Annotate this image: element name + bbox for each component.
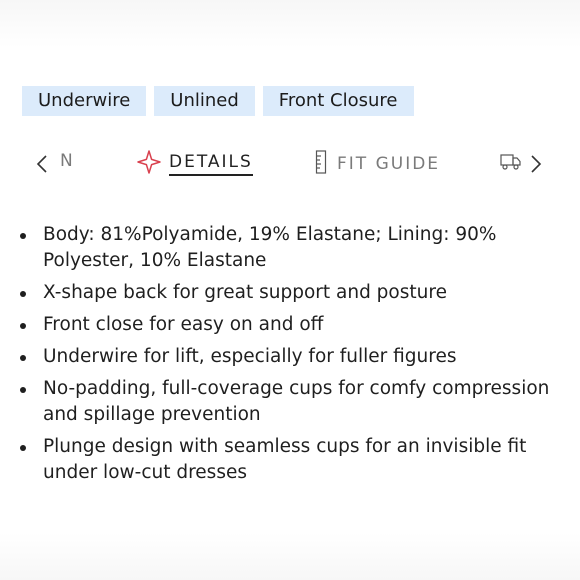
top-fade [0, 0, 580, 48]
tab-previous-label: N [60, 151, 75, 171]
tab-fit-guide[interactable]: FIT GUIDE [315, 146, 440, 182]
chevron-right-icon[interactable] [530, 154, 542, 174]
detail-item: X-shape back for great support and postu… [20, 280, 560, 306]
truck-icon [500, 153, 522, 176]
product-info-tabs: N DETAILS FIT GUIDE [0, 146, 580, 186]
tab-previous-partial[interactable]: N [60, 143, 75, 179]
tag-underwire[interactable]: Underwire [22, 86, 147, 116]
bullet-dot [20, 387, 26, 393]
tab-shipping-partial[interactable] [500, 146, 522, 182]
detail-item: Body: 81%Polyamide, 19% Elastane; Lining… [20, 222, 560, 274]
feature-tags: Underwire Unlined Front Closure [22, 86, 414, 116]
bottom-fade [0, 532, 580, 580]
detail-text: Plunge design with seamless cups for an … [43, 436, 527, 483]
detail-text: X-shape back for great support and postu… [43, 282, 447, 303]
detail-text: Body: 81%Polyamide, 19% Elastane; Lining… [43, 224, 497, 271]
bullet-dot [20, 323, 26, 329]
bullet-dot [20, 445, 26, 451]
tab-details-label: DETAILS [169, 152, 253, 176]
bullet-dot [20, 355, 26, 361]
tab-details[interactable]: DETAILS [137, 146, 253, 182]
tag-front-closure[interactable]: Front Closure [262, 86, 414, 116]
tag-unlined[interactable]: Unlined [154, 86, 255, 116]
bullet-dot [20, 291, 26, 297]
details-list: Body: 81%Polyamide, 19% Elastane; Lining… [20, 222, 560, 492]
detail-item: No-padding, full-coverage cups for comfy… [20, 376, 560, 428]
sparkle-star-icon [137, 149, 161, 179]
detail-text: No-padding, full-coverage cups for comfy… [43, 378, 550, 425]
detail-item: Front close for easy on and off [20, 312, 560, 338]
detail-item: Plunge design with seamless cups for an … [20, 434, 560, 486]
detail-item: Underwire for lift, especially for fulle… [20, 344, 560, 370]
ruler-icon [315, 149, 327, 179]
detail-text: Underwire for lift, especially for fulle… [43, 346, 457, 367]
detail-text: Front close for easy on and off [43, 314, 324, 335]
tab-fit-guide-label: FIT GUIDE [337, 154, 441, 174]
bullet-dot [20, 233, 26, 239]
chevron-left-icon[interactable] [36, 154, 48, 174]
